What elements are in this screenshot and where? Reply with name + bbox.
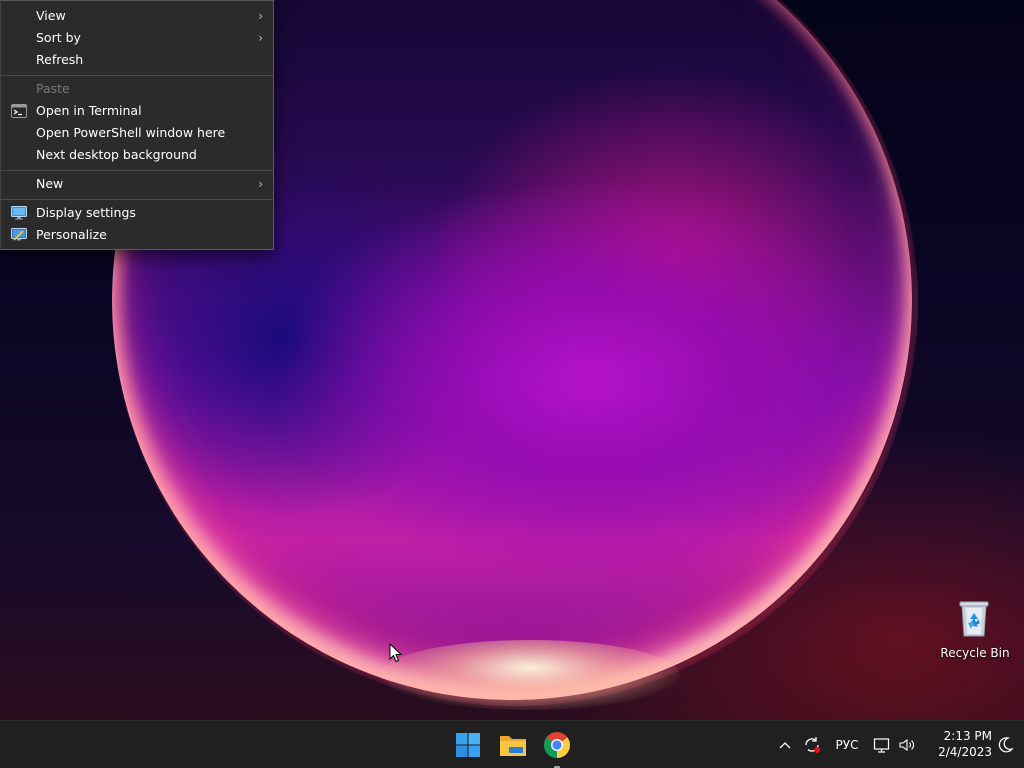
menu-item-refresh[interactable]: Refresh [1,49,273,71]
terminal-icon [11,104,27,118]
menu-item-new[interactable]: New › [1,173,273,195]
volume-icon [899,738,914,752]
menu-item-paste: Paste [1,78,273,100]
menu-item-personalize[interactable]: Personalize [1,224,273,246]
clock-button[interactable]: 2:13 PM 2/4/2023 [928,728,992,762]
submenu-arrow-icon: › [258,177,263,191]
show-hidden-icons-button[interactable] [778,733,792,757]
recycle-bin-icon [959,601,989,637]
menu-item-label: Personalize [36,227,107,242]
recycle-bin-desktop-icon[interactable]: Recycle Bin [940,596,1010,666]
menu-item-open-terminal[interactable]: Open in Terminal [1,100,273,122]
menu-item-label: Refresh [36,52,84,67]
moon-icon [998,737,1014,753]
start-button[interactable] [452,729,484,761]
display-settings-icon [11,206,27,220]
personalize-icon [11,228,27,241]
folder-icon [500,736,526,756]
recycle-bin-label: Recycle Bin [940,646,1010,660]
sync-status-button[interactable] [802,733,822,757]
taskbar-file-explorer-button[interactable] [497,729,529,761]
sync-icon [805,737,820,753]
menu-item-display-settings[interactable]: Display settings [1,202,273,224]
taskbar-chrome-button[interactable] [541,729,573,768]
menu-item-sort-by[interactable]: Sort by › [1,27,273,49]
wallpaper-orb-glow [380,640,680,710]
menu-separator [1,75,273,76]
chrome-icon [544,732,570,759]
submenu-arrow-icon: › [258,9,263,23]
menu-item-label: Open PowerShell window here [36,125,226,140]
menu-item-label: Sort by [36,30,81,45]
menu-item-label: Display settings [36,205,136,220]
menu-item-label: New [36,176,64,191]
mouse-cursor-icon [389,643,403,663]
taskbar: РУС 2:13 PM 2/4/2023 [0,720,1024,768]
menu-item-label: Open in Terminal [36,103,142,118]
chevron-up-icon [779,742,791,749]
clock-time: 2:13 PM [943,729,992,743]
clock-date: 2/4/2023 [938,745,992,759]
menu-item-open-powershell[interactable]: Open PowerShell window here [1,122,273,144]
input-language-indicator[interactable]: РУС [833,733,861,757]
volume-button[interactable] [898,733,916,757]
submenu-arrow-icon: › [258,31,263,45]
menu-item-label: View [36,8,66,23]
network-button[interactable] [873,733,891,757]
menu-item-label: Next desktop background [36,147,197,162]
network-icon [873,738,890,753]
menu-separator [1,170,273,171]
menu-separator [1,199,273,200]
windows-logo-icon [456,733,480,757]
menu-item-next-background[interactable]: Next desktop background [1,144,273,166]
notifications-button[interactable] [998,733,1014,757]
menu-item-label: Paste [36,81,70,96]
desktop-context-menu: View › Sort by › Refresh Paste Open in T… [0,0,274,250]
menu-item-view[interactable]: View › [1,5,273,27]
